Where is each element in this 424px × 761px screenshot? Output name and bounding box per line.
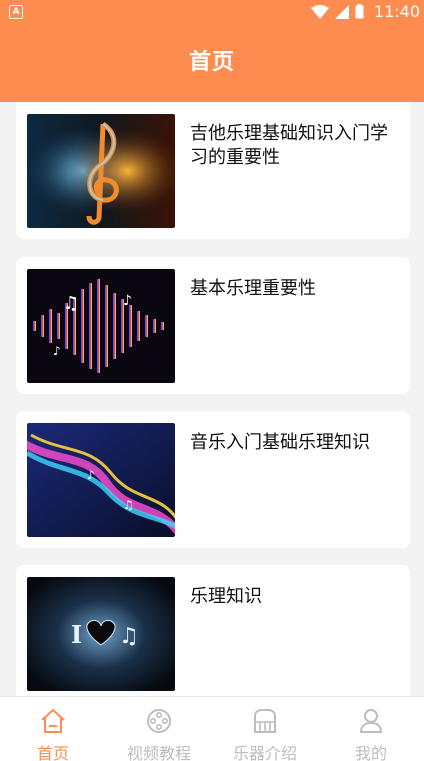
tab-label: 视频教程 — [126, 744, 191, 761]
user-icon — [360, 709, 382, 733]
tab-label: 首页 — [36, 744, 69, 761]
article-title: 音乐入门基础乐理知识 — [190, 432, 370, 453]
article-card[interactable]: ♫ ♪ ♪ 基本乐理重要性 — [16, 257, 410, 394]
tab-mine[interactable]: 我的 — [318, 697, 424, 761]
article-card[interactable]: 吉他乐理基础知识入门学习的重要性 — [16, 102, 410, 239]
article-title: 基本乐理重要性 — [190, 278, 316, 299]
status-bar: A 11:40 — [0, 0, 424, 24]
tab-video-tutorials[interactable]: 视频教程 — [106, 697, 212, 761]
article-thumbnail: I ♫ — [27, 577, 175, 691]
app-header: A 11:40 首页 — [0, 0, 424, 102]
svg-text:♫: ♫ — [63, 293, 79, 314]
article-list[interactable]: 吉他乐理基础知识入门学习的重要性 ♫ ♪ ♪ 基本乐理重要性 ♪ ♫ 音乐入门基… — [0, 102, 424, 696]
battery-icon — [355, 4, 364, 19]
film-reel-icon — [147, 709, 171, 733]
article-title: 吉他乐理基础知识入门学习的重要性 — [190, 123, 388, 168]
wifi-icon — [310, 4, 329, 19]
app-notification-icon: A — [9, 5, 23, 19]
svg-text:♪: ♪ — [123, 293, 132, 309]
article-thumbnail — [27, 114, 175, 228]
article-card[interactable]: I ♫ 乐理知识 — [16, 565, 410, 696]
bottom-tab-bar: 首页 视频教程 乐器介绍 我的 — [0, 696, 424, 761]
signal-icon — [334, 4, 349, 19]
page-title: 首页 — [188, 50, 235, 75]
treble-clef-image — [27, 114, 175, 228]
music-swirl-image: ♪ ♫ — [27, 423, 175, 537]
article-title: 乐理知识 — [190, 586, 262, 607]
piano-icon — [254, 709, 276, 733]
svg-text:♪: ♪ — [53, 344, 61, 358]
svg-text:♪: ♪ — [87, 468, 95, 482]
svg-text:♫: ♫ — [119, 624, 139, 649]
article-thumbnail: ♫ ♪ ♪ — [27, 269, 175, 383]
tab-label: 我的 — [354, 744, 387, 761]
neon-music-notes-image: ♫ ♪ ♪ — [27, 269, 175, 383]
status-time: 11:40 — [373, 2, 420, 21]
article-card[interactable]: ♪ ♫ 音乐入门基础乐理知识 — [16, 411, 410, 548]
svg-text:I: I — [71, 620, 82, 649]
svg-text:♫: ♫ — [123, 498, 134, 512]
tab-home[interactable]: 首页 — [0, 697, 106, 761]
article-thumbnail: ♪ ♫ — [27, 423, 175, 537]
tab-label: 乐器介绍 — [232, 744, 297, 761]
home-icon — [41, 709, 65, 733]
tab-instruments[interactable]: 乐器介绍 — [212, 697, 318, 761]
i-love-music-image: I ♫ — [27, 577, 175, 691]
